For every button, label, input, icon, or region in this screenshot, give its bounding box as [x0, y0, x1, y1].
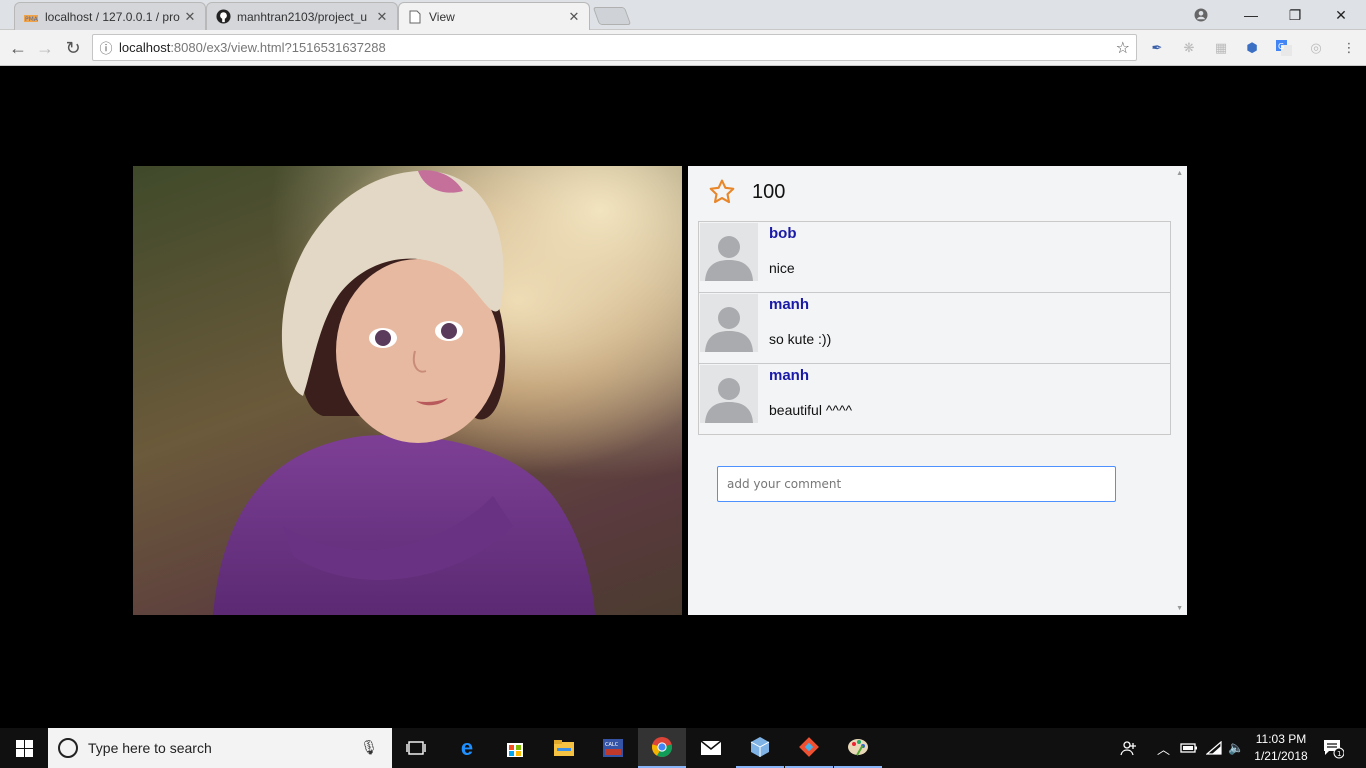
comment-item: manh so kute :))	[698, 292, 1171, 364]
comment-author[interactable]: manh	[769, 367, 809, 384]
menu-kebab-icon[interactable]: ⋮	[1340, 39, 1358, 57]
comment-item: manh beautiful ^^^^	[698, 363, 1171, 435]
comment-text: nice	[769, 260, 795, 276]
svg-text:CALC: CALC	[605, 742, 619, 748]
close-window-button[interactable]: ✕	[1318, 0, 1364, 30]
extension-gear-icon[interactable]: ❋	[1180, 39, 1198, 57]
calculator-app-icon[interactable]: CALC	[589, 728, 637, 768]
comment-author[interactable]: manh	[769, 296, 809, 313]
user-placeholder-icon	[705, 307, 753, 352]
scroll-up-arrow-icon[interactable]: ▲	[1176, 170, 1183, 177]
user-placeholder-icon	[705, 378, 753, 423]
microphone-icon[interactable]: 🎙	[360, 739, 378, 756]
comment-text: beautiful ^^^^	[769, 402, 853, 418]
tab-title: localhost / 127.0.0.1 / pro	[45, 9, 180, 24]
avatar	[700, 294, 758, 352]
back-arrow-icon[interactable]: ←	[6, 36, 30, 60]
svg-text:PMA: PMA	[25, 16, 39, 23]
avatar	[700, 365, 758, 423]
search-placeholder: Type here to search	[88, 740, 212, 756]
google-translate-icon[interactable]: G	[1275, 39, 1293, 57]
url-path: :8080/ex3/view.html?1516531637288	[170, 40, 386, 55]
browser-toolbar: ← → ↻ ⓘ localhost:8080/ex3/view.html?151…	[0, 30, 1366, 66]
git-app-icon[interactable]	[785, 728, 833, 768]
new-tab-button[interactable]	[592, 7, 632, 25]
taskbar: Type here to search 🎙 e CALC ︿ 🔈 11:03 P…	[0, 728, 1366, 768]
comment-text: so kute :))	[769, 331, 832, 347]
tab-github[interactable]: manhtran2103/project_u ✕	[206, 2, 398, 30]
clock-time: 11:03 PM	[1255, 732, 1307, 746]
notifications-icon[interactable]: 1	[1322, 728, 1344, 768]
child-photo-illustration	[133, 166, 682, 615]
comment-input[interactable]	[717, 466, 1116, 502]
cortana-icon	[58, 738, 78, 758]
eyedropper-icon[interactable]: ✒	[1148, 39, 1166, 57]
taskbar-search[interactable]: Type here to search 🎙	[48, 728, 392, 768]
github-icon	[215, 9, 231, 25]
reload-icon[interactable]: ↻	[61, 36, 85, 60]
svg-text:G: G	[1278, 42, 1284, 51]
extension-cube-icon[interactable]: ⬢	[1243, 39, 1261, 57]
minimize-button[interactable]: —	[1228, 0, 1274, 30]
chrome-icon[interactable]	[638, 728, 686, 768]
close-icon[interactable]: ✕	[183, 9, 197, 25]
file-explorer-icon[interactable]	[540, 728, 588, 768]
post-photo	[133, 166, 682, 615]
extension-grid-icon[interactable]: ▦	[1212, 39, 1230, 57]
notification-count: 1	[1337, 750, 1341, 758]
clock-date: 1/21/2018	[1254, 749, 1308, 763]
address-bar[interactable]: ⓘ localhost:8080/ex3/view.html?151653163…	[92, 34, 1137, 61]
comment-panel: ▲ ▼ 100 bob nice manh so kute:)) manh b…	[688, 166, 1187, 615]
windows-start-icon[interactable]	[0, 728, 48, 768]
volume-icon[interactable]: 🔈	[1228, 728, 1244, 768]
forward-arrow-icon[interactable]: →	[33, 36, 57, 60]
people-icon[interactable]	[1120, 728, 1138, 768]
comment-list: bob nice manh so kute :)) manh beautiful…	[698, 221, 1171, 435]
wifi-icon[interactable]	[1206, 728, 1222, 768]
url-host: localhost	[119, 40, 171, 55]
close-icon[interactable]: ✕	[567, 9, 581, 25]
virtualbox-icon[interactable]	[736, 728, 784, 768]
paint-palette-icon[interactable]	[834, 728, 882, 768]
tab-title: View	[429, 9, 455, 24]
profile-icon[interactable]	[1178, 0, 1224, 30]
page-icon	[407, 9, 423, 25]
edge-browser-icon[interactable]: e	[443, 728, 491, 768]
info-icon[interactable]: ⓘ	[93, 38, 119, 57]
task-view-icon[interactable]	[392, 728, 440, 768]
scroll-down-arrow-icon[interactable]: ▼	[1176, 605, 1183, 612]
chevron-up-icon[interactable]: ︿	[1157, 728, 1170, 768]
mail-icon[interactable]	[687, 728, 735, 768]
like-count: 100	[752, 180, 786, 203]
store-icon[interactable]	[491, 728, 539, 768]
phpmyadmin-icon: PMA	[23, 9, 39, 25]
avatar	[700, 223, 758, 281]
restore-button[interactable]: ❐	[1272, 0, 1318, 30]
tab-view[interactable]: View ✕	[398, 2, 590, 30]
extension-circle-icon[interactable]: ◎	[1307, 39, 1325, 57]
battery-icon[interactable]	[1180, 728, 1198, 768]
tab-title: manhtran2103/project_u	[237, 9, 368, 24]
comment-item: bob nice	[698, 221, 1171, 293]
comment-author[interactable]: bob	[769, 225, 797, 242]
browser-tabstrip: PMA localhost / 127.0.0.1 / pro ✕ manhtr…	[0, 0, 1366, 30]
system-clock[interactable]: 11:03 PM 1/21/2018	[1248, 731, 1314, 765]
user-placeholder-icon	[705, 236, 753, 281]
star-icon[interactable]	[708, 178, 736, 206]
like-counter: 100	[708, 178, 785, 206]
close-icon[interactable]: ✕	[375, 9, 389, 25]
tab-phpmyadmin[interactable]: PMA localhost / 127.0.0.1 / pro ✕	[14, 2, 206, 30]
bookmark-star-icon[interactable]: ☆	[1116, 38, 1130, 58]
